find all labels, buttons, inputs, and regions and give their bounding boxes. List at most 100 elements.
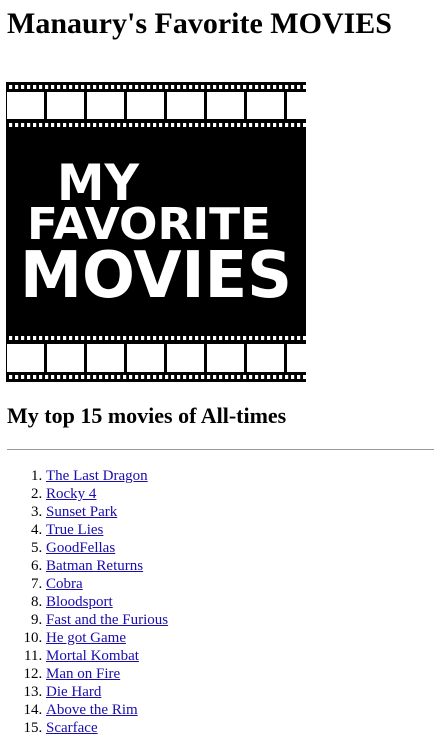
sprocket-hole [273, 375, 277, 379]
sprocket-hole [273, 85, 277, 89]
sprocket-hole [75, 336, 79, 340]
sprocket-hole [57, 123, 61, 127]
movie-link[interactable]: GoodFellas [46, 540, 115, 556]
movie-link[interactable]: The Last Dragon [46, 468, 148, 484]
sprocket-hole [117, 123, 121, 127]
sprocket-hole [297, 85, 301, 89]
sprocket-hole [291, 375, 295, 379]
sprocket-hole [207, 85, 211, 89]
section-heading: My top 15 movies of All-times [7, 403, 287, 428]
sprocket-hole [177, 336, 181, 340]
sprocket-hole [27, 375, 31, 379]
sprocket-hole [153, 375, 157, 379]
sprocket-hole [75, 85, 79, 89]
sprocket-hole [267, 375, 271, 379]
sprocket-hole [63, 123, 67, 127]
sprocket-hole [183, 85, 187, 89]
sprocket-hole [141, 336, 145, 340]
sprocket-hole [231, 375, 235, 379]
movie-link[interactable]: True Lies [46, 522, 103, 538]
movie-link[interactable]: Rocky 4 [46, 486, 96, 502]
sprocket-hole [153, 123, 157, 127]
sprocket-hole [231, 123, 235, 127]
sprocket-hole [93, 336, 97, 340]
sprocket-hole [93, 85, 97, 89]
sprocket-hole [81, 375, 85, 379]
sprocket-hole [237, 375, 241, 379]
sprocket-hole [129, 336, 133, 340]
sprocket-hole [45, 123, 49, 127]
sprocket-hole [15, 123, 19, 127]
sprocket-hole [105, 85, 109, 89]
film-frame [287, 344, 306, 372]
sprocket-hole [297, 123, 301, 127]
movie-list-item: Rocky 4 [46, 485, 168, 503]
film-frame [247, 344, 284, 372]
sprocket-hole [255, 375, 259, 379]
sprocket-hole [231, 85, 235, 89]
sprocket-hole [27, 123, 31, 127]
sprocket-hole [183, 123, 187, 127]
sprocket-hole [189, 375, 193, 379]
sprocket-hole [21, 123, 25, 127]
sprocket-hole [69, 123, 73, 127]
movie-list-item: True Lies [46, 521, 168, 539]
sprocket-hole [117, 375, 121, 379]
sprocket-hole [249, 85, 253, 89]
sprocket-hole [75, 375, 79, 379]
sprocket-hole [279, 375, 283, 379]
sprocket-hole [267, 336, 271, 340]
movie-link[interactable]: Scarface [46, 720, 98, 736]
sprocket-hole [165, 85, 169, 89]
sprocket-hole [111, 375, 115, 379]
sprocket-hole [255, 123, 259, 127]
movie-link[interactable]: Bloodsport [46, 594, 113, 610]
sprocket-hole [135, 375, 139, 379]
sprocket-hole [207, 123, 211, 127]
movie-link[interactable]: Mortal Kombat [46, 648, 139, 664]
movie-link[interactable]: Man on Fire [46, 666, 120, 682]
sprocket-hole [195, 336, 199, 340]
sprocket-hole [291, 123, 295, 127]
sprocket-hole [201, 85, 205, 89]
movie-link[interactable]: Die Hard [46, 684, 101, 700]
sprocket-hole [261, 375, 265, 379]
movie-list-item: Man on Fire [46, 665, 168, 683]
sprocket-hole [63, 85, 67, 89]
movie-link[interactable]: Batman Returns [46, 558, 143, 574]
movie-link[interactable]: Above the Rim [46, 702, 138, 718]
sprocket-hole [303, 375, 306, 379]
sprocket-hole [177, 375, 181, 379]
sprocket-hole [123, 336, 127, 340]
sprocket-hole [261, 336, 265, 340]
sprocket-hole [21, 85, 25, 89]
film-frame [7, 92, 44, 119]
movie-link[interactable]: He got Game [46, 630, 126, 646]
movie-link[interactable]: Sunset Park [46, 504, 117, 520]
movie-link[interactable]: Cobra [46, 576, 83, 592]
sprocket-hole [33, 375, 37, 379]
movie-list: The Last Dragon Rocky 4 Sunset Park True… [0, 467, 168, 737]
movie-link[interactable]: Fast and the Furious [46, 612, 168, 628]
movie-list-item: He got Game [46, 629, 168, 647]
sprocket-hole [153, 85, 157, 89]
sprocket-hole [87, 123, 91, 127]
sprocket-hole [147, 336, 151, 340]
sprocket-hole [129, 85, 133, 89]
sprocket-hole [165, 123, 169, 127]
sprocket-hole [87, 375, 91, 379]
sprocket-hole [207, 336, 211, 340]
sprocket-hole [81, 336, 85, 340]
sprocket-hole [21, 375, 25, 379]
sprocket-hole [57, 375, 61, 379]
sprocket-hole [57, 85, 61, 89]
sprocket-hole [153, 336, 157, 340]
sprocket-hole [243, 85, 247, 89]
sprocket-hole [39, 85, 43, 89]
sprocket-hole [81, 123, 85, 127]
sprocket-hole [291, 85, 295, 89]
sprocket-hole [51, 85, 55, 89]
sprocket-hole [303, 123, 306, 127]
sprocket-hole [99, 336, 103, 340]
sprocket-hole [63, 336, 67, 340]
